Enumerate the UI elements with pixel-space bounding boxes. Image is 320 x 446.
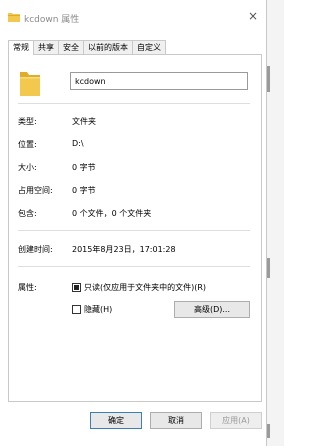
- folder-name-input[interactable]: [70, 72, 248, 90]
- location-value: D:\: [72, 139, 84, 148]
- background-window-edge: [267, 0, 284, 446]
- hidden-label[interactable]: 隐藏(H): [84, 304, 112, 315]
- apply-button[interactable]: 应用(A): [210, 412, 262, 429]
- type-value: 文件夹: [72, 117, 96, 126]
- divider: [18, 103, 250, 104]
- tab-sharing[interactable]: 共享: [33, 40, 59, 54]
- divider: [18, 266, 250, 267]
- title-bar: kcdown 属性 ×: [0, 0, 266, 34]
- size-on-disk-value: 0 字节: [72, 186, 96, 195]
- ok-button[interactable]: 确定: [90, 412, 142, 429]
- created-label: 创建时间:: [18, 245, 53, 254]
- background-edge-mark: [267, 66, 270, 92]
- size-value: 0 字节: [72, 163, 96, 172]
- size-label: 大小:: [18, 163, 37, 172]
- properties-dialog: kcdown 属性 × 常规 共享 安全 以前的版本 自定义 类型: 文件夹 位…: [0, 0, 267, 446]
- contains-label: 包含:: [18, 209, 37, 218]
- attributes-label: 属性:: [18, 283, 37, 292]
- background-edge-mark: [267, 424, 270, 438]
- cancel-button[interactable]: 取消: [150, 412, 202, 429]
- readonly-label[interactable]: 只读(仅应用于文件夹中的文件)(R): [84, 282, 206, 293]
- folder-icon: [20, 72, 40, 96]
- tab-previous-versions[interactable]: 以前的版本: [83, 40, 133, 54]
- type-label: 类型:: [18, 117, 37, 126]
- location-label: 位置:: [18, 140, 37, 149]
- background-edge-mark: [267, 258, 270, 278]
- created-value: 2015年8月23日，17:01:28: [72, 245, 176, 254]
- tab-customize[interactable]: 自定义: [132, 40, 166, 54]
- close-button[interactable]: ×: [248, 10, 258, 22]
- tab-security[interactable]: 安全: [58, 40, 84, 54]
- tab-strip: 常规 共享 安全 以前的版本 自定义: [8, 40, 166, 55]
- folder-icon: [8, 13, 20, 22]
- size-on-disk-label: 占用空间:: [18, 186, 53, 195]
- contains-value: 0 个文件，0 个文件夹: [72, 209, 152, 218]
- window-title: kcdown 属性: [24, 15, 80, 25]
- tab-general[interactable]: 常规: [8, 40, 34, 55]
- hidden-checkbox[interactable]: [72, 305, 81, 314]
- readonly-checkbox[interactable]: [72, 283, 81, 292]
- advanced-button[interactable]: 高级(D)...: [174, 301, 250, 318]
- divider: [18, 230, 250, 231]
- general-panel: [8, 54, 262, 402]
